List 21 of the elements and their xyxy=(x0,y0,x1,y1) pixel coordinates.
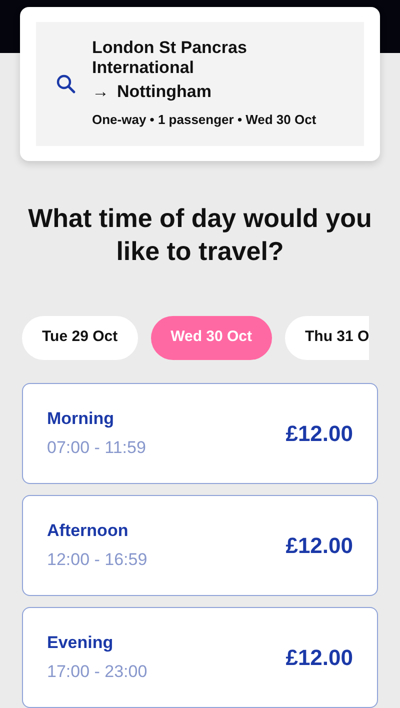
journey-card[interactable]: London St Pancras International → Nottingham One-way • 1 passenger • Wed 30 Oct xyxy=(20,7,380,160)
date-tab[interactable]: Tue 29 Oct xyxy=(22,316,138,360)
page-heading: What time of day would you like to travel? xyxy=(27,202,373,268)
slot-price: £12.00 xyxy=(286,644,353,672)
slot-name: Evening xyxy=(47,632,114,654)
search-icon xyxy=(56,74,76,94)
time-slot-card[interactable]: Afternoon 12:00 - 16:59 £12.00 xyxy=(22,494,378,596)
slot-price: £12.00 xyxy=(286,532,353,560)
slot-hours: 07:00 - 11:59 xyxy=(47,437,146,459)
journey-details: One-way • 1 passenger • Wed 30 Oct xyxy=(92,111,318,129)
origin-station: London St Pancras International xyxy=(92,38,248,78)
slot-price: £12.00 xyxy=(286,420,353,448)
time-slot-card[interactable]: Evening 17:00 - 23:00 £12.00 xyxy=(22,606,378,708)
slot-hours: 12:00 - 16:59 xyxy=(47,549,148,571)
slot-name: Afternoon xyxy=(47,520,130,542)
arrow-icon: → xyxy=(92,82,109,102)
slot-name: Morning xyxy=(47,408,116,430)
time-slot-card[interactable]: Morning 07:00 - 11:59 £12.00 xyxy=(22,382,378,484)
destination-station: Nottingham xyxy=(117,82,212,102)
slot-hours: 17:00 - 23:00 xyxy=(47,661,148,683)
date-tab[interactable]: Thu 31 O xyxy=(285,316,370,360)
